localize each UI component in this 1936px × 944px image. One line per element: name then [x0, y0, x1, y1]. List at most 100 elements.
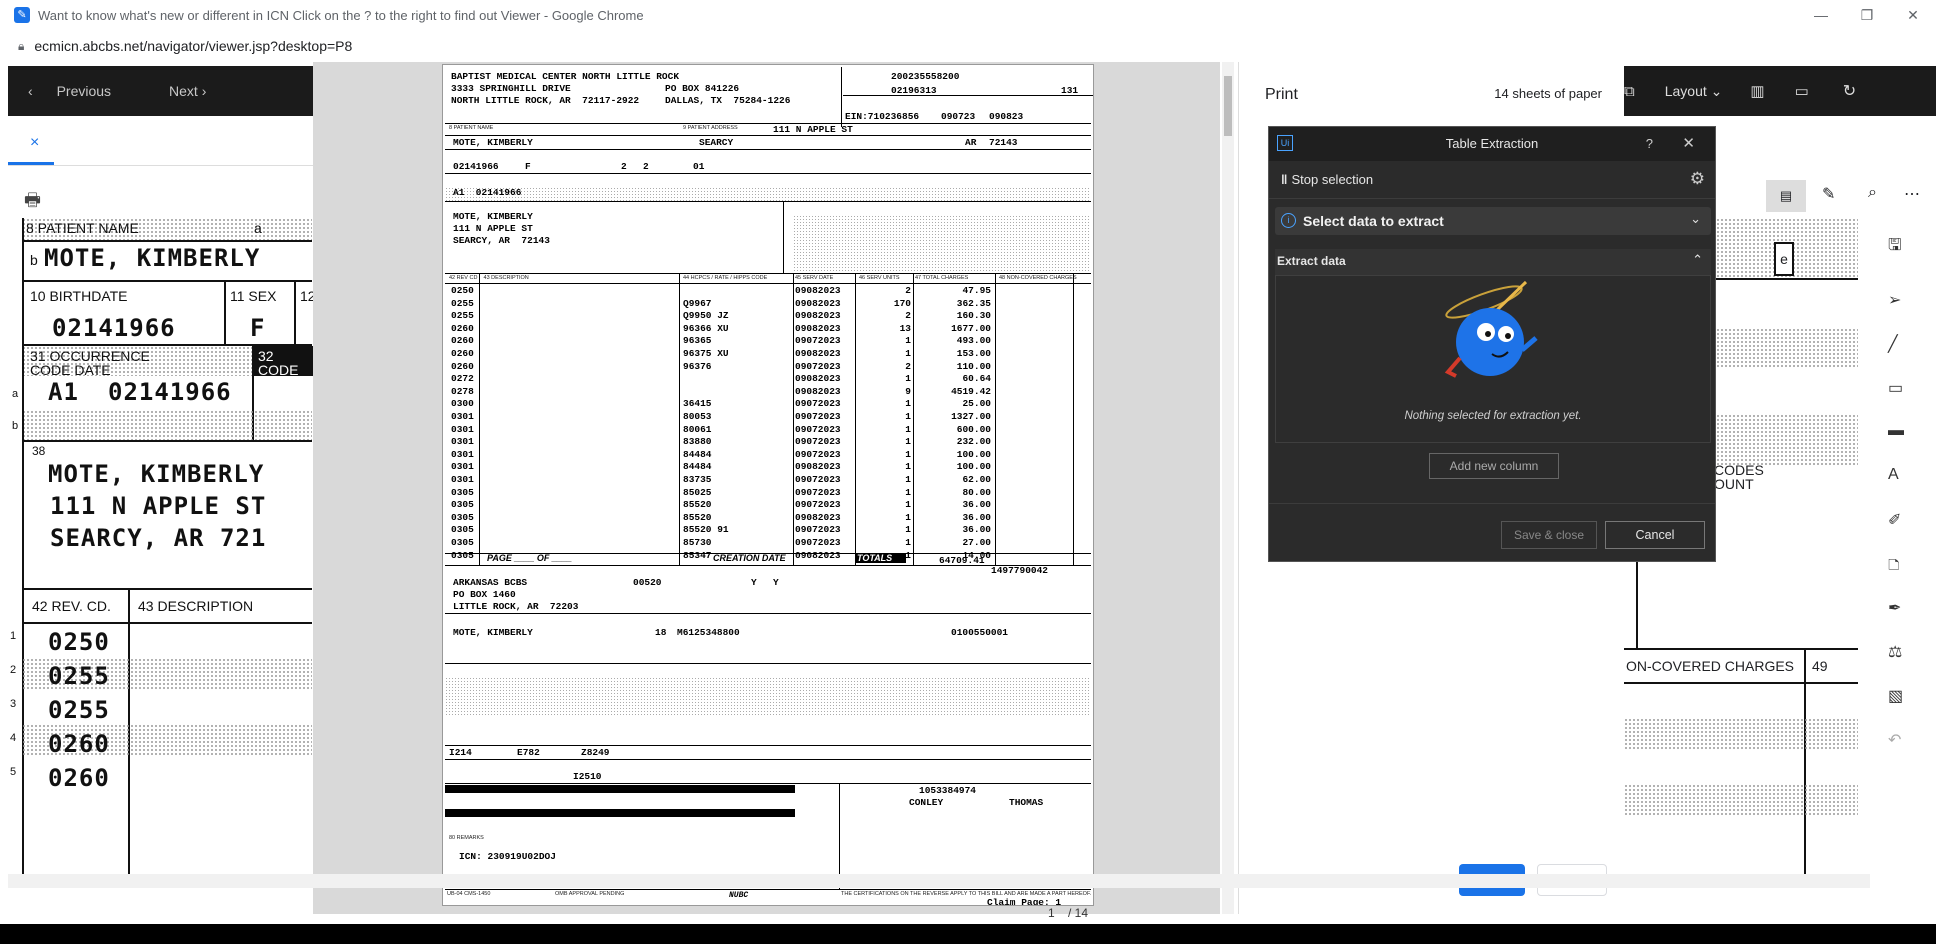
extract-data-body: Nothing selected for extraction yet.	[1275, 275, 1711, 443]
minimize-button[interactable]: —	[1798, 0, 1844, 30]
right-toolbar: ⧉ Layout ⌄ ▥ ▭ ↻	[1624, 66, 1936, 116]
line-rev: 0305	[451, 511, 474, 523]
line-units: 1	[905, 423, 911, 435]
line-date: 09072023	[795, 411, 841, 422]
line-rev: 0272	[451, 373, 474, 385]
dx-2: E782	[517, 747, 540, 758]
line-units: 1	[905, 411, 911, 422]
extraction-cancel-button[interactable]: Cancel	[1605, 521, 1705, 549]
line-rev: 0260	[451, 322, 474, 334]
dialog-close-button[interactable]: ✕	[1682, 127, 1695, 161]
scroll-thumb[interactable]	[1224, 76, 1232, 136]
preview-scrollbar[interactable]	[1222, 62, 1234, 914]
line-units: 2	[905, 310, 911, 322]
help-button[interactable]: ?	[1646, 127, 1653, 161]
document-tab[interactable]: ×	[8, 126, 313, 166]
insured-name: MOTE, KIMBERLY	[453, 627, 533, 638]
close-tab-icon[interactable]: ×	[30, 134, 39, 152]
settings-gear-icon[interactable]: ⚙	[1690, 169, 1705, 189]
search-icon[interactable]: ⌕	[1868, 184, 1877, 202]
document-icon[interactable]: ▤	[1766, 180, 1806, 212]
description-label: 43 DESCRIPTION	[138, 598, 254, 614]
line-charge: 60.64	[962, 373, 991, 385]
patient-address: 111 N APPLE ST	[773, 124, 853, 135]
page-controls: 1 / 14	[740, 904, 1220, 924]
select-data-panel[interactable]: i Select data to extract ⌄	[1275, 207, 1711, 235]
box38-label: 38	[32, 444, 46, 458]
sex-label: 11 SEX	[230, 288, 277, 304]
row-num: 4	[10, 732, 17, 744]
print-title: Print	[1265, 86, 1298, 103]
compare-icon[interactable]: ⧉	[1624, 83, 1635, 100]
text-icon[interactable]: A	[1888, 466, 1899, 484]
stop-selection-row: ‖ Stop selection ⚙	[1269, 161, 1715, 199]
line-hcpcs: 85520	[683, 511, 712, 523]
line-date: 09082023	[795, 348, 841, 359]
line-charge: 62.00	[962, 474, 991, 485]
line-date: 09072023	[795, 499, 841, 511]
ein: EIN:710236856	[845, 111, 920, 122]
extract-data-header[interactable]: Extract data ⌃	[1275, 249, 1711, 275]
line-hcpcs: 83735	[683, 474, 712, 485]
line-rev: 0305	[451, 499, 474, 511]
city: SEARCY	[699, 137, 734, 148]
line-date: 09082023	[795, 385, 841, 397]
rectangle-icon[interactable]: ▭	[1888, 378, 1903, 398]
birthdate-value: 02141966	[52, 314, 176, 342]
left-document-zoom: 8 PATIENT NAME a b MOTE, KIMBERLY 10 BIR…	[8, 218, 313, 874]
next-button[interactable]: Next ›	[149, 83, 206, 99]
chevron-up-icon[interactable]: ⌃	[1692, 252, 1703, 268]
undo-icon[interactable]: ↶	[1888, 730, 1901, 750]
row-num: 2	[10, 664, 17, 676]
sex-value: F	[250, 314, 266, 342]
line-charge: 36.00	[962, 524, 991, 536]
line-date: 09072023	[795, 524, 841, 536]
page-number[interactable]: 1	[1048, 906, 1055, 920]
zip: 72143	[989, 137, 1018, 148]
horizontal-scrollbar[interactable]	[8, 874, 1870, 888]
status: 01	[693, 161, 705, 172]
line-units: 1	[905, 398, 911, 410]
note-icon[interactable]: 🗅︎	[1888, 554, 1900, 581]
non-covered-label: ON-COVERED CHARGES	[1626, 658, 1795, 674]
line-date: 09072023	[795, 436, 841, 448]
previous-button[interactable]: ‹ Previous	[28, 83, 111, 99]
extract-data-label: Extract data	[1277, 254, 1346, 268]
line-date: 09072023	[795, 335, 841, 347]
redact-icon[interactable]: ▧	[1888, 686, 1903, 706]
stop-selection-button[interactable]: ‖ Stop selection	[1281, 172, 1373, 187]
pen-icon[interactable]: ✒	[1888, 598, 1901, 618]
stamp-icon[interactable]: ⚖	[1888, 642, 1902, 662]
taskbar	[0, 924, 1936, 944]
line-units: 9	[905, 385, 911, 397]
url-text[interactable]: ecmicn.abcbs.net/navigator/viewer.jsp?de…	[34, 38, 352, 54]
add-new-column-button[interactable]: Add new column	[1429, 453, 1559, 479]
line-charge: 36.00	[962, 499, 991, 511]
line-charge: 1327.00	[951, 411, 991, 422]
comment-icon[interactable]: ▭	[1795, 82, 1809, 100]
panel-icon[interactable]: ▥	[1750, 82, 1764, 100]
select-arrow-icon[interactable]: ➢	[1888, 290, 1901, 310]
highlight-icon[interactable]: ✎	[1822, 184, 1835, 204]
filled-rect-icon[interactable]: ▬	[1888, 422, 1904, 440]
layout-dropdown[interactable]: Layout ⌄	[1665, 83, 1723, 100]
line-units: 1	[905, 486, 911, 498]
highlighter-icon[interactable]: ✐	[1888, 510, 1901, 530]
line-date: 09072023	[795, 423, 841, 435]
close-window-button[interactable]: ✕	[1890, 0, 1936, 30]
more-icon[interactable]: ⋯	[1904, 184, 1920, 204]
group-number: 0100550001	[951, 627, 1009, 638]
line-icon[interactable]: ╱	[1888, 334, 1898, 354]
addr-line1: MOTE, KIMBERLY	[48, 460, 265, 488]
line-units: 13	[899, 322, 911, 334]
print-icon[interactable]: 🖶︎	[24, 188, 41, 218]
attending-npi: 1053384974	[919, 785, 977, 796]
totals-label: TOTALS	[855, 553, 907, 563]
restore-button[interactable]: ❐	[1844, 0, 1890, 30]
chevron-down-icon[interactable]: ⌄	[1690, 211, 1701, 227]
refresh-icon[interactable]: ↻	[1843, 81, 1856, 101]
addr-line2: 111 N APPLE ST	[50, 492, 267, 520]
save-icon[interactable]: 🖫︎	[1888, 234, 1902, 261]
save-close-button[interactable]: Save & close	[1501, 521, 1597, 549]
address-bar[interactable]: 🔒︎ ecmicn.abcbs.net/navigator/viewer.jsp…	[0, 30, 1936, 62]
